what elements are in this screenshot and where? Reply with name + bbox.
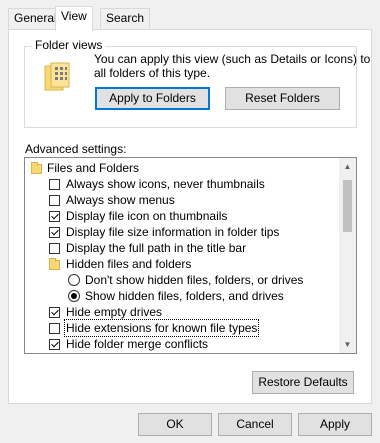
checkbox-checked[interactable] <box>49 307 60 318</box>
apply-button[interactable]: Apply <box>298 413 372 436</box>
option-label: Always show icons, never thumbnails <box>66 177 265 191</box>
tab-search[interactable]: Search <box>100 8 151 29</box>
folder-view-icon <box>44 62 70 92</box>
option-label: Hide empty drives <box>66 305 163 319</box>
option-label: Hide folder merge conflicts <box>66 337 209 351</box>
option-label: Display file size information in folder … <box>66 225 280 239</box>
tree-scrollbar[interactable]: ▲ ▼ <box>339 158 356 353</box>
folder-views-description-2: all folders of this type. <box>94 66 211 80</box>
folder-views-description-1: You can apply this view (such as Details… <box>94 52 371 66</box>
option-label: Show hidden files, folders, and drives <box>85 289 284 303</box>
checkbox[interactable] <box>49 195 60 206</box>
radio-button[interactable] <box>68 274 80 286</box>
checkbox-checked[interactable] <box>49 227 60 238</box>
scrollbar-thumb[interactable] <box>343 180 352 232</box>
scroll-up-icon[interactable]: ▲ <box>339 158 356 175</box>
advanced-settings-tree[interactable]: Files and Folders Always show icons, nev… <box>24 157 357 354</box>
restore-defaults-button[interactable]: Restore Defaults <box>252 371 354 394</box>
checkbox[interactable] <box>49 243 60 254</box>
folder-icon <box>31 162 42 174</box>
option-label: Always show menus <box>66 193 175 207</box>
tree-item-label: Hidden files and folders <box>66 257 192 271</box>
folder-icon <box>49 258 60 270</box>
tree-item-label: Files and Folders <box>47 161 140 175</box>
checkbox-checked[interactable] <box>49 211 60 222</box>
option-label: Display the full path in the title bar <box>66 241 247 255</box>
apply-to-folders-button[interactable]: Apply to Folders <box>95 87 210 110</box>
checkbox[interactable] <box>49 323 60 334</box>
checkbox[interactable] <box>49 179 60 190</box>
advanced-settings-label: Advanced settings: <box>25 142 127 156</box>
folder-views-title: Folder views <box>32 38 106 52</box>
radio-button-selected[interactable] <box>68 290 80 302</box>
scroll-down-icon[interactable]: ▼ <box>339 336 356 353</box>
tab-view[interactable]: View <box>55 6 93 31</box>
option-label: Don't show hidden files, folders, or dri… <box>85 273 304 287</box>
ok-button[interactable]: OK <box>138 413 212 436</box>
reset-folders-button[interactable]: Reset Folders <box>225 87 340 110</box>
option-label: Display file icon on thumbnails <box>66 209 228 223</box>
cancel-button[interactable]: Cancel <box>218 413 292 436</box>
option-label: Hide extensions for known file types <box>63 319 260 337</box>
checkbox-checked[interactable] <box>49 339 60 350</box>
